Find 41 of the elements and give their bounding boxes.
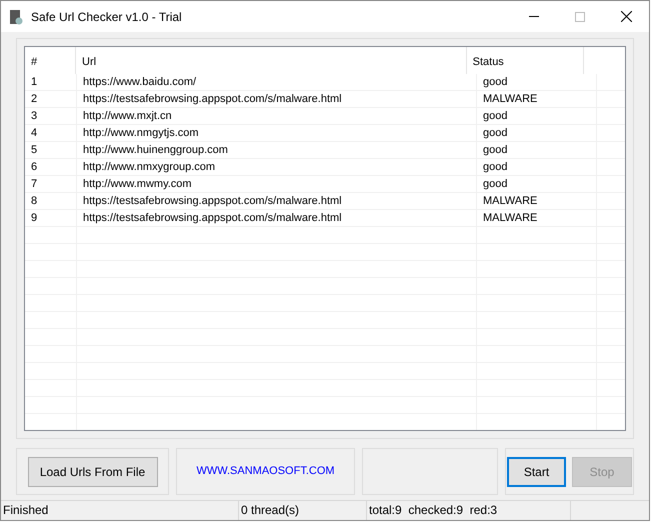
status-text: Finished — [1, 501, 239, 520]
status-text: 0 thread(s) — [239, 501, 367, 520]
table-cell: 1 — [25, 74, 77, 90]
table-cell: http://www.huinenggroup.com — [77, 142, 477, 158]
app-icon — [9, 8, 23, 24]
window-title: Safe Url Checker v1.0 - Trial — [31, 8, 182, 26]
start-button[interactable]: Start — [507, 456, 566, 486]
table-cell: https://www.baidu.com/ — [77, 74, 477, 90]
table-cell: good — [477, 125, 597, 141]
table-cell: MALWARE — [477, 210, 597, 226]
table-cell: good — [477, 176, 597, 192]
website-link[interactable]: WWW.SANMAOSOFT.COM — [196, 463, 335, 480]
table-cell: https://testsafebrowsing.appspot.com/s/malware.html — [77, 91, 477, 107]
close-icon — [620, 11, 632, 22]
table-cell: MALWARE — [477, 193, 597, 209]
table-cell: https://testsafebrowsing.appspot.com/s/malware.html — [77, 193, 477, 209]
column-header[interactable]: Status — [466, 47, 584, 74]
table-cell: 4 — [25, 125, 77, 141]
table-cell: http://www.mwmy.com — [77, 176, 477, 192]
column-header[interactable]: # — [25, 47, 76, 74]
table-cell: good — [477, 142, 597, 158]
table-cell: good — [477, 159, 597, 175]
table-cell: https://testsafebrowsing.appspot.com/s/malware.html — [77, 210, 477, 226]
table-cell: MALWARE — [477, 91, 597, 107]
table-cell: http://www.nmxygroup.com — [77, 159, 477, 175]
table-cell: 8 — [25, 193, 77, 209]
load-button[interactable]: Load Urls From File — [28, 456, 158, 486]
table-cell: good — [477, 108, 597, 124]
maximize-icon — [575, 12, 585, 22]
column-header[interactable]: Url — [76, 47, 467, 74]
table-cell: http://www.mxjt.cn — [77, 108, 477, 124]
table-cell: 3 — [25, 108, 77, 124]
minimize-icon — [529, 16, 539, 17]
table-cell: 5 — [25, 142, 77, 158]
table-cell: http://www.nmgytjs.com — [77, 125, 477, 141]
status-text: total:9 checked:9 red:3 — [367, 501, 571, 520]
table-cell: 2 — [25, 91, 77, 107]
table-cell: good — [477, 74, 597, 90]
table-cell: 9 — [25, 210, 77, 226]
table-cell: 7 — [25, 176, 77, 192]
table-cell: 6 — [25, 159, 77, 175]
